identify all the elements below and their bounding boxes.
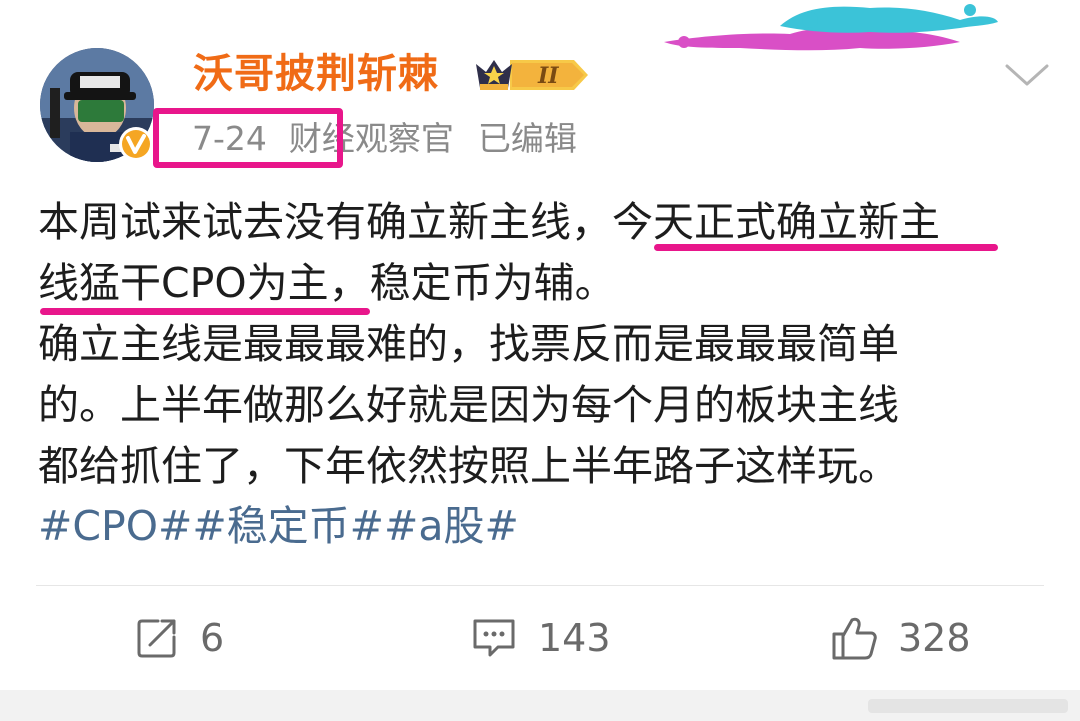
author-name[interactable]: 沃哥披荆斩棘	[193, 46, 439, 102]
verified-v-icon	[119, 127, 153, 161]
post-line: 线猛干CPO为主，稳定币为辅。	[38, 259, 616, 307]
date-highlight-box	[153, 108, 343, 168]
comment-count: 143	[538, 616, 611, 660]
crown-vip-icon[interactable]: II	[474, 54, 590, 96]
like-count: 328	[898, 616, 971, 660]
comment-icon	[473, 619, 515, 657]
highlight-underline	[40, 308, 370, 315]
like-button[interactable]: 328	[830, 612, 971, 664]
post-text: 本周试来试去没有确立新主线，今天正式确立新主 线猛干CPO为主，稳定币为辅。 确…	[38, 192, 1048, 497]
share-button[interactable]: 6	[134, 612, 224, 664]
topic-tags[interactable]: #CPO##稳定币##a股#	[38, 496, 519, 556]
post-line: 都给抓住了，下年依然按照上半年路子这样玩。	[38, 442, 899, 490]
watermark-logo	[868, 699, 1068, 713]
vip-level-text: II	[537, 63, 559, 89]
thumbs-up-icon	[832, 617, 877, 660]
share-icon	[137, 619, 176, 658]
divider	[36, 585, 1044, 586]
paint-splash-decoration	[664, 4, 998, 51]
edited-label[interactable]: 已编辑	[478, 119, 577, 158]
chevron-down-icon[interactable]	[1004, 62, 1050, 88]
post-line: 的。上半年做那么好就是因为每个月的板块主线	[38, 381, 899, 429]
footer-strip	[0, 690, 1080, 721]
comment-button[interactable]: 143	[470, 612, 611, 664]
post-line: 确立主线是最最最难的，找票反而是最最最简单	[38, 320, 899, 368]
share-count: 6	[200, 616, 225, 660]
highlight-underline	[654, 244, 998, 251]
weibo-post-card: 沃哥披荆斩棘 II 7-24 财经观察官 已编辑 本周试来试去没有确立新主线，今天正…	[0, 0, 1080, 690]
